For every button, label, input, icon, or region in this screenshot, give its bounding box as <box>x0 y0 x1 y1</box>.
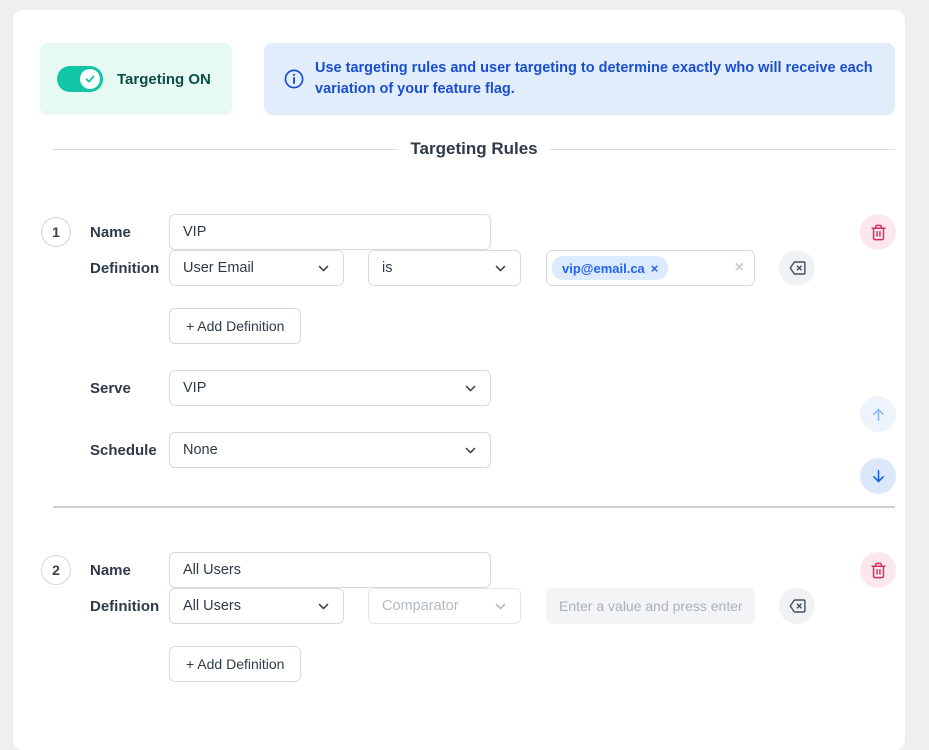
schedule-label: Schedule <box>90 442 169 459</box>
chevron-down-icon <box>494 600 507 613</box>
check-icon <box>84 73 96 85</box>
delete-rule-button[interactable] <box>860 552 896 588</box>
rule-1-schedule-row: Schedule None <box>41 432 905 468</box>
serve-select[interactable]: VIP <box>169 370 491 406</box>
serve-select-value: VIP <box>183 380 206 396</box>
schedule-select-value: None <box>183 442 218 458</box>
chevron-down-icon <box>317 600 330 613</box>
info-banner: Use targeting rules and user targeting t… <box>264 43 895 115</box>
heading-line-right <box>550 149 895 150</box>
property-select[interactable]: All Users <box>169 588 344 624</box>
trash-icon <box>870 562 887 579</box>
section-heading: Targeting Rules <box>53 137 895 161</box>
clear-definition-button[interactable] <box>779 588 815 624</box>
comparator-select: Comparator <box>368 588 521 624</box>
comparator-select[interactable]: is <box>368 250 521 286</box>
rule-number-badge: 2 <box>41 555 71 585</box>
rule-2-add-definition-row: + Add Definition <box>41 646 905 682</box>
page-title: Targeting Rules <box>410 139 537 159</box>
rule-1-serve-row: Serve VIP <box>41 370 905 406</box>
move-rule-down-button[interactable] <box>860 458 896 494</box>
rule-number-badge: 1 <box>41 217 71 247</box>
targeting-rule-1: 1 Name Definition User Email is vip@emai… <box>41 214 905 468</box>
targeting-toggle-panel: Targeting ON <box>40 43 232 115</box>
value-input <box>546 588 755 624</box>
rule-name-input[interactable] <box>169 214 491 250</box>
values-tag-input[interactable]: vip@email.ca × × <box>546 250 755 286</box>
rule-1-definition-row: Definition User Email is vip@email.ca × … <box>41 250 905 286</box>
rule-2-name-row: 2 Name <box>41 552 905 588</box>
backspace-icon <box>788 597 806 615</box>
chip-remove-icon[interactable]: × <box>651 261 659 276</box>
clear-definition-button[interactable] <box>779 250 815 286</box>
chevron-down-icon <box>317 262 330 275</box>
targeting-rule-2: 2 Name Definition All Users Comparator <box>41 552 905 682</box>
info-banner-text: Use targeting rules and user targeting t… <box>315 58 875 99</box>
add-definition-button[interactable]: + Add Definition <box>169 646 301 682</box>
heading-line-left <box>53 149 398 150</box>
rule-name-input[interactable] <box>169 552 491 588</box>
definition-label: Definition <box>90 598 169 615</box>
top-row: Targeting ON Use targeting rules and use… <box>40 43 905 115</box>
add-definition-button[interactable]: + Add Definition <box>169 308 301 344</box>
rule-1-add-definition-row: + Add Definition <box>41 308 905 344</box>
toggle-knob <box>80 69 100 89</box>
property-select-value: All Users <box>183 598 241 614</box>
comparator-select-value: is <box>382 260 392 276</box>
rule-2-definition-row: Definition All Users Comparator <box>41 588 905 624</box>
name-label: Name <box>90 562 169 579</box>
chevron-down-icon <box>464 382 477 395</box>
arrow-down-icon <box>870 468 887 485</box>
chevron-down-icon <box>464 444 477 457</box>
backspace-icon <box>788 259 806 277</box>
targeting-status-label: Targeting ON <box>117 71 211 88</box>
schedule-select[interactable]: None <box>169 432 491 468</box>
value-chip: vip@email.ca × <box>552 256 668 280</box>
clear-values-icon[interactable]: × <box>735 259 744 277</box>
value-chip-label: vip@email.ca <box>562 261 645 276</box>
rule-1-name-row: 1 Name <box>41 214 905 250</box>
trash-icon <box>870 224 887 241</box>
serve-label: Serve <box>90 380 169 397</box>
chevron-down-icon <box>494 262 507 275</box>
info-icon <box>283 68 305 90</box>
move-rule-up-button <box>860 396 896 432</box>
property-select-value: User Email <box>183 260 254 276</box>
comparator-placeholder: Comparator <box>382 598 459 614</box>
rule-divider <box>53 506 895 508</box>
property-select[interactable]: User Email <box>169 250 344 286</box>
targeting-toggle[interactable] <box>57 66 103 92</box>
targeting-card: Targeting ON Use targeting rules and use… <box>13 10 905 750</box>
arrow-up-icon <box>870 406 887 423</box>
delete-rule-button[interactable] <box>860 214 896 250</box>
name-label: Name <box>90 224 169 241</box>
definition-label: Definition <box>90 260 169 277</box>
